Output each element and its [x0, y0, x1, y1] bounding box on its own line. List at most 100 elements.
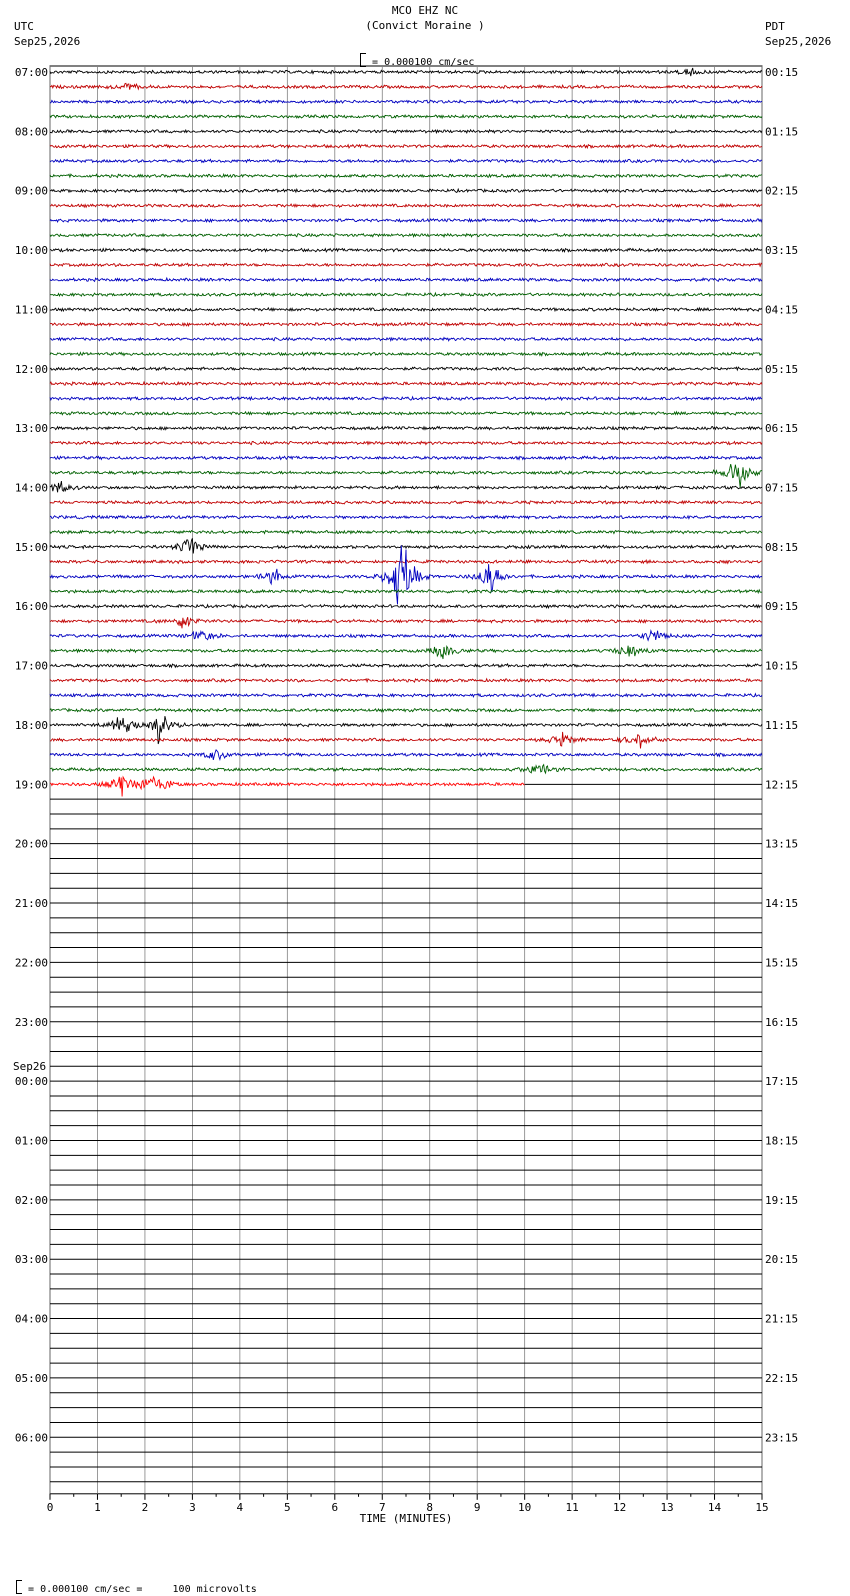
seismic-trace	[49, 499, 763, 505]
right-hour-label: 10:15	[765, 660, 798, 673]
seismic-trace	[49, 692, 763, 699]
left-hour-label: 17:00	[15, 660, 48, 673]
left-hour-label: 00:00	[15, 1075, 48, 1088]
x-tick-label: 13	[660, 1501, 673, 1514]
seismic-trace	[49, 707, 763, 713]
seismic-trace	[49, 410, 763, 416]
seismic-trace	[49, 588, 763, 595]
seismic-trace	[49, 628, 763, 642]
left-hour-label: 23:00	[15, 1016, 48, 1029]
right-timezone: PDT	[765, 20, 785, 33]
seismic-trace	[49, 425, 763, 431]
left-hour-label: 08:00	[15, 125, 48, 138]
right-hour-label: 08:15	[765, 541, 798, 554]
left-hour-label: 19:00	[15, 778, 48, 791]
right-hour-label: 14:15	[765, 897, 798, 910]
seismic-trace	[49, 763, 763, 775]
seismic-trace	[49, 645, 763, 660]
right-hour-label: 05:15	[765, 363, 798, 376]
x-tick-label: 0	[47, 1501, 54, 1514]
left-hour-label: 15:00	[15, 541, 48, 554]
x-axis-label: TIME (MINUTES)	[360, 1512, 453, 1525]
seismic-trace	[49, 291, 763, 298]
right-hour-label: 11:15	[765, 719, 798, 732]
left-hour-label: 10:00	[15, 244, 48, 257]
left-hour-label: 04:00	[15, 1313, 48, 1326]
station-title: MCO EHZ NC	[391, 4, 459, 17]
right-hour-label: 00:15	[765, 66, 798, 79]
right-hour-label: 21:15	[765, 1313, 798, 1326]
seismic-trace	[49, 662, 763, 669]
seismic-trace	[49, 603, 763, 609]
seismic-trace	[49, 232, 763, 239]
x-tick-label: 3	[189, 1501, 196, 1514]
seismic-trace	[49, 749, 763, 762]
right-date: Sep25,2026	[765, 35, 832, 48]
left-hour-label: 16:00	[15, 600, 48, 613]
seismic-trace	[49, 187, 763, 194]
seismic-trace	[49, 395, 763, 402]
footer-scale-note: = 0.000100 cm/sec = 100 microvolts	[4, 1565, 257, 1596]
x-tick-label: 9	[474, 1501, 481, 1514]
x-tick-label: 2	[142, 1501, 149, 1514]
right-hour-label: 23:15	[765, 1431, 798, 1444]
right-hour-label: 04:15	[765, 303, 798, 316]
seismic-trace	[49, 731, 763, 749]
seismic-trace	[49, 276, 763, 283]
right-hour-label: 19:15	[765, 1194, 798, 1207]
x-tick-label: 1	[94, 1501, 101, 1514]
scale-label: = 0.000100 cm/sec	[348, 38, 474, 69]
seismic-trace	[49, 617, 763, 629]
seismic-trace	[49, 306, 763, 313]
date-change-label: Sep26	[13, 1060, 46, 1073]
seismic-trace	[49, 321, 763, 328]
seismic-trace	[49, 67, 763, 77]
seismic-trace	[49, 440, 763, 446]
scale-value: = 0.000100 cm/sec	[372, 57, 475, 68]
seismic-trace	[49, 481, 763, 493]
seismic-trace	[49, 380, 763, 387]
left-hour-label: 18:00	[15, 719, 48, 732]
right-hour-label: 18:15	[765, 1134, 798, 1147]
right-hour-label: 03:15	[765, 244, 798, 257]
right-hour-label: 15:15	[765, 956, 798, 969]
seismic-trace	[49, 158, 763, 164]
scale-bar-icon	[360, 53, 367, 67]
right-hour-label: 16:15	[765, 1016, 798, 1029]
left-hour-label: 22:00	[15, 956, 48, 969]
right-hour-label: 07:15	[765, 482, 798, 495]
right-hour-label: 06:15	[765, 422, 798, 435]
seismic-trace	[49, 128, 763, 135]
left-hour-label: 13:00	[15, 422, 48, 435]
seismic-trace	[49, 143, 763, 150]
seismic-trace	[49, 247, 763, 253]
x-tick-label: 11	[566, 1501, 579, 1514]
footer-scale-text: = 0.000100 cm/sec = 100 microvolts	[28, 1584, 257, 1595]
right-hour-label: 22:15	[765, 1372, 798, 1385]
left-hour-label: 02:00	[15, 1194, 48, 1207]
x-tick-label: 14	[708, 1501, 722, 1514]
right-hour-label: 09:15	[765, 600, 798, 613]
x-tick-label: 4	[237, 1501, 244, 1514]
seismic-trace	[49, 351, 763, 357]
station-location: (Convict Moraine )	[365, 19, 485, 32]
seismic-trace	[49, 366, 763, 372]
left-hour-label: 11:00	[15, 303, 48, 316]
x-tick-label: 6	[331, 1501, 338, 1514]
left-hour-label: 09:00	[15, 185, 48, 198]
seismic-trace	[49, 113, 763, 120]
seismic-trace	[49, 82, 763, 91]
left-hour-label: 06:00	[15, 1431, 48, 1444]
right-hour-label: 02:15	[765, 185, 798, 198]
right-hour-label: 20:15	[765, 1253, 798, 1266]
x-tick-label: 10	[518, 1501, 531, 1514]
right-hour-label: 01:15	[765, 125, 798, 138]
left-hour-label: 14:00	[15, 482, 48, 495]
seismic-trace	[49, 98, 763, 105]
x-tick-label: 12	[613, 1501, 626, 1514]
seismogram-plot: 0 1 2 3 4 5 6 7 8 9 10 11 12 13 14 15TIME (MINUTES)07:0…	[13, 65, 798, 1525]
right-hour-label: 13:15	[765, 838, 798, 851]
seismic-trace	[49, 262, 763, 268]
left-timezone: UTC	[14, 20, 34, 33]
seismic-trace	[49, 202, 763, 209]
